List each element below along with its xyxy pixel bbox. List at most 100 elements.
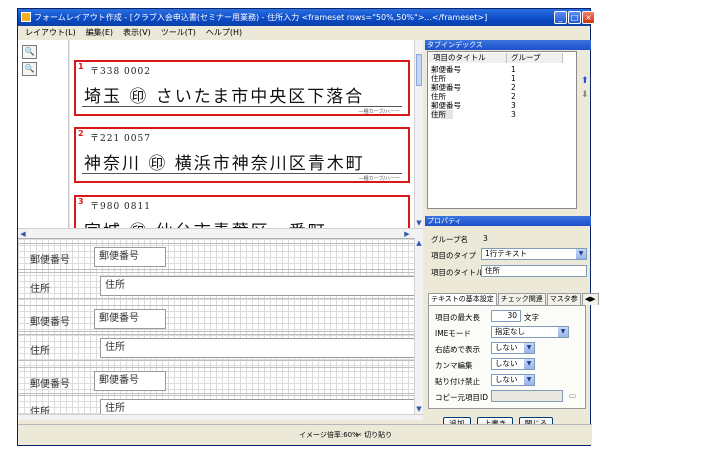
col-header-group[interactable]: グループ [507, 53, 563, 63]
item-title-value: 住所 [485, 266, 500, 275]
chevron-down-icon[interactable]: ▼ [524, 359, 534, 369]
tab-content-text-basic: 項目の最大長 30 文字 IMEモード 指定なし ▼ 右詰めで表示 しない ▼ … [428, 305, 586, 409]
zoom-out-icon[interactable]: 🔍 [22, 62, 37, 76]
chevron-down-icon[interactable]: ▼ [558, 327, 568, 337]
postal-code-field[interactable]: 郵便番号 [94, 371, 166, 391]
comma-edit-label: カンマ編集 [435, 361, 473, 370]
field-label: 郵便番号 [30, 255, 70, 266]
item-type-select[interactable]: 1行テキスト ▼ [481, 248, 587, 260]
ime-mode-value: 指定なし [495, 327, 525, 336]
ime-mode-label: IMEモード [435, 329, 471, 338]
scroll-down-icon[interactable]: ▼ [414, 218, 424, 228]
copy-source-label: コピー元項目ID [435, 393, 488, 402]
list-item[interactable]: 郵便番号 2 [431, 83, 571, 92]
item-title-label: 項目のタイトル [431, 268, 484, 277]
close-window-button[interactable]: × [582, 11, 595, 24]
group-name-label: グループ名 [431, 235, 469, 244]
col-header-title[interactable]: 項目のタイトル [429, 53, 507, 63]
item-group: 2 [511, 92, 516, 101]
maximize-button[interactable]: □ [568, 11, 581, 24]
postal-handwriting: 〒980 0811 [90, 202, 151, 212]
max-length-unit: 文字 [524, 313, 539, 322]
item-title: 住所 [431, 74, 446, 83]
tab-scroll-icon[interactable]: ◀▶ [581, 293, 599, 305]
list-item[interactable]: 住所 1 [431, 74, 571, 83]
fine-print: ―種カーブ/ハーー [358, 109, 400, 115]
image-horizontal-scrollbar[interactable]: ◀ ▶ [18, 228, 423, 238]
form-row: 郵便番号 郵便番号 [18, 243, 414, 270]
minimize-button[interactable]: _ [554, 11, 567, 24]
item-title: 住所 [431, 92, 446, 101]
postal-code-field[interactable]: 郵便番号 [94, 309, 166, 329]
menu-tools[interactable]: ツール(T) [161, 27, 196, 38]
item-type-value: 1行テキスト [485, 249, 528, 258]
move-up-icon[interactable]: ⬆ [581, 76, 589, 86]
window-title: フォームレイアウト作成 - [クラブ入会申込書(セミナー用業務) - 住所入力 … [34, 13, 488, 22]
no-paste-value: しない [495, 375, 518, 384]
properties-title: プロパティ [425, 216, 591, 226]
right-align-label: 右詰めで表示 [435, 345, 480, 354]
tab-master[interactable]: マスタ参 [546, 293, 581, 305]
item-title-input[interactable]: 住所 [481, 265, 587, 277]
scan-row[interactable]: 3 〒980 0811 宮城 ㊞ 仙台市青葉区一番町 [74, 195, 410, 228]
move-down-icon[interactable]: ⬇ [581, 90, 589, 100]
scan-row[interactable]: 2 〒221 0057 神奈川 ㊞ 横浜市神奈川区青木町 ―種カーブ/ハーー [74, 127, 410, 183]
form-row: 住所 住所 [18, 395, 414, 414]
item-type-label: 項目のタイプ [431, 251, 476, 260]
field-label: 郵便番号 [30, 379, 70, 390]
no-paste-label: 貼り付け禁止 [435, 377, 480, 386]
list-item[interactable]: 住所 2 [431, 92, 571, 101]
postal-handwriting: 〒338 0002 [90, 67, 151, 77]
address-field[interactable]: 住所 [100, 399, 414, 414]
ime-mode-select[interactable]: 指定なし ▼ [491, 326, 569, 338]
address-handwriting: 埼玉 ㊞ さいたま市中央区下落合 [84, 87, 365, 107]
chevron-down-icon[interactable]: ▼ [576, 249, 586, 259]
menu-layout[interactable]: レイアウト(L) [25, 27, 76, 38]
postal-handwriting: 〒221 0057 [90, 134, 151, 144]
scroll-down-icon[interactable]: ▼ [414, 404, 424, 414]
menu-help[interactable]: ヘルプ(H) [206, 27, 242, 38]
scan-row[interactable]: 1 〒338 0002 埼玉 ㊞ さいたま市中央区下落合 ―種カーブ/ハーー [74, 60, 410, 116]
list-item[interactable]: 郵便番号 1 [431, 65, 571, 74]
postal-code-field[interactable]: 郵便番号 [94, 247, 166, 267]
zoom-status: イメージ倍率:60% [299, 431, 359, 439]
scroll-thumb[interactable] [416, 54, 422, 86]
item-group: 1 [511, 65, 516, 74]
item-title: 郵便番号 [431, 65, 461, 74]
tab-index-list[interactable]: 項目のタイトル グループ 郵便番号 1 住所 1 郵便番号 2 住所 2 郵便番… [427, 51, 577, 209]
browse-icon[interactable]: ▭ [569, 391, 576, 400]
group-name-value: 3 [483, 234, 488, 243]
max-length-input[interactable]: 30 [491, 310, 521, 322]
tab-check[interactable]: チェック関連 [497, 293, 546, 305]
chevron-down-icon[interactable]: ▼ [524, 343, 534, 353]
tab-text-basic[interactable]: テキストの基本設定 [428, 293, 497, 305]
list-item[interactable]: 郵便番号 3 [431, 101, 571, 110]
address-handwriting: 宮城 ㊞ 仙台市青葉区一番町 [84, 217, 327, 228]
comma-edit-select[interactable]: しない ▼ [491, 358, 535, 370]
zoom-in-icon[interactable]: 🔍 [22, 45, 37, 59]
form-row: 郵便番号 郵便番号 [18, 367, 414, 394]
no-paste-select[interactable]: しない ▼ [491, 374, 535, 386]
row-number: 1 [76, 62, 86, 71]
item-group: 2 [511, 83, 516, 92]
chevron-down-icon[interactable]: ▼ [524, 375, 534, 385]
app-icon [21, 12, 31, 22]
address-field[interactable]: 住所 [100, 276, 414, 296]
form-layout-grid[interactable]: 郵便番号 郵便番号 住所 住所 郵便番号 郵便番号 住所 住所 郵便番号 郵便番… [18, 238, 414, 414]
tool-column: 🔍 🔍 [18, 40, 69, 238]
form-vertical-scrollbar[interactable]: ▲ ▼ [414, 238, 423, 414]
form-horizontal-scrollbar[interactable] [18, 414, 423, 420]
list-item-selected[interactable]: 住所 3 [431, 110, 516, 119]
underline [82, 173, 402, 174]
cut-paste-label: 切り貼り [364, 431, 393, 439]
scroll-up-icon[interactable]: ▲ [414, 238, 424, 248]
address-field[interactable]: 住所 [100, 338, 414, 358]
main-window: フォームレイアウト作成 - [クラブ入会申込書(セミナー用業務) - 住所入力 … [17, 8, 599, 446]
menu-edit[interactable]: 編集(E) [86, 27, 113, 38]
copy-source-input[interactable] [491, 390, 563, 402]
scan-image-view[interactable]: 1 〒338 0002 埼玉 ㊞ さいたま市中央区下落合 ―種カーブ/ハーー 2… [70, 40, 414, 228]
right-align-select[interactable]: しない ▼ [491, 342, 535, 354]
image-vertical-scrollbar[interactable]: ▼ [414, 40, 423, 228]
row-number: 2 [76, 129, 86, 138]
menu-view[interactable]: 表示(V) [123, 27, 151, 38]
